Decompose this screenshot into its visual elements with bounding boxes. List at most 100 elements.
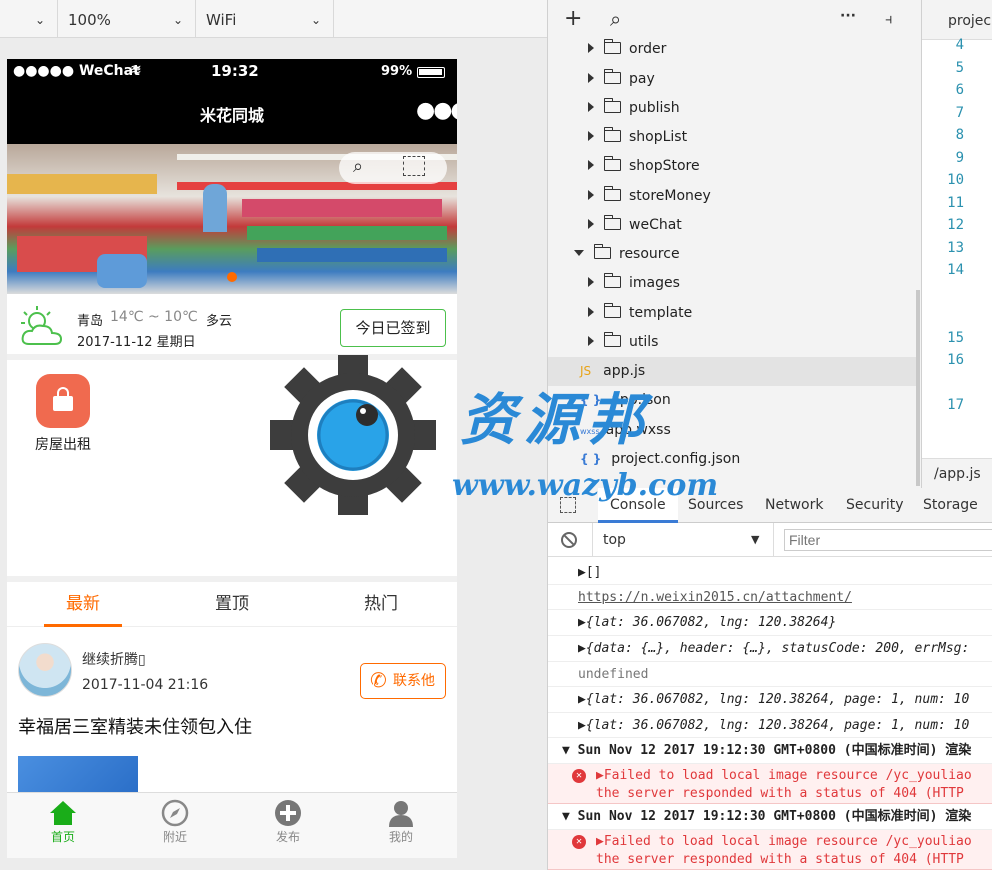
contact-button[interactable]: ✆ 联系他 bbox=[360, 663, 446, 699]
search-icon[interactable]: ⌕ bbox=[353, 156, 363, 177]
tree-item-shoplist[interactable]: shopList bbox=[588, 123, 918, 152]
console-line[interactable]: ▶{lat: 36.067082, lng: 120.38264, page: … bbox=[548, 687, 992, 713]
console-filter-bar: top ▼ bbox=[548, 523, 992, 557]
line-number: 15 bbox=[947, 330, 964, 346]
editor-tab[interactable]: projec bbox=[922, 0, 992, 40]
tree-item-template[interactable]: template bbox=[588, 299, 918, 328]
line-number: 11 bbox=[947, 195, 964, 211]
tree-item-images[interactable]: images bbox=[588, 269, 918, 298]
console-error[interactable]: ✕ ▶Failed to load local image resource /… bbox=[548, 830, 992, 870]
more-icon[interactable]: ··· bbox=[840, 8, 856, 24]
tree-item-publish[interactable]: publish bbox=[588, 94, 918, 123]
zoom-select[interactable]: 100% ⌄ bbox=[58, 0, 196, 38]
console-line[interactable]: ▶{data: {…}, header: {…}, statusCode: 20… bbox=[548, 636, 992, 662]
console-group-header[interactable]: ▼ Sun Nov 12 2017 19:12:30 GMT+0800 (中国标… bbox=[548, 738, 992, 764]
error-icon: ✕ bbox=[572, 835, 586, 849]
tree-item-storemoney[interactable]: storeMoney bbox=[588, 182, 918, 211]
tree-item-utils[interactable]: utils bbox=[588, 328, 918, 357]
line-number: 17 bbox=[947, 397, 964, 413]
devtab-security[interactable]: Security bbox=[846, 488, 904, 523]
tab-latest-label: 最新 bbox=[66, 594, 100, 614]
tree-item-project-config[interactable]: { } project.config.json bbox=[580, 445, 918, 474]
tree-item-label: storeMoney bbox=[629, 188, 711, 204]
console-group-label: Sun Nov 12 2017 19:12:30 GMT+0800 (中国标准时… bbox=[577, 809, 972, 824]
category-grid: 房屋出租 bbox=[7, 366, 457, 582]
file-tree-panel: + ⌕ ··· ⫞ order pay publish shopList sho… bbox=[547, 0, 921, 488]
tree-item-resource[interactable]: resource bbox=[574, 240, 918, 269]
weather-date: 2017-11-12 星期日 bbox=[77, 335, 196, 350]
avatar[interactable] bbox=[18, 643, 72, 697]
json-file-icon: { } bbox=[580, 393, 602, 407]
line-number: 13 bbox=[947, 240, 964, 256]
console-line[interactable]: ▶[] bbox=[548, 560, 992, 585]
console-group-header[interactable]: ▼ Sun Nov 12 2017 19:12:30 GMT+0800 (中国标… bbox=[548, 804, 992, 830]
line-number: 9 bbox=[955, 150, 964, 166]
tabbar-mine-label: 我的 bbox=[388, 830, 413, 844]
devtab-sources[interactable]: Sources bbox=[688, 488, 743, 523]
status-bar: ●●●●● WeChat ≋ 19:32 99% bbox=[7, 59, 457, 85]
search-icon[interactable]: ⌕ bbox=[610, 7, 621, 31]
devtab-console[interactable]: Console bbox=[598, 488, 678, 523]
user-icon bbox=[389, 801, 413, 827]
fullscreen-icon[interactable] bbox=[403, 156, 425, 176]
app-window: ⌄ 100% ⌄ WiFi ⌄ ●●●●● WeChat ≋ 19:32 99%… bbox=[0, 0, 992, 870]
tree-item-label: shopList bbox=[629, 129, 688, 145]
tabbar-nearby[interactable]: 附近 bbox=[119, 793, 231, 858]
file-tree-toolbar: + ⌕ ··· ⫞ bbox=[548, 0, 922, 40]
tree-item-app-json[interactable]: { } app.json bbox=[580, 386, 918, 415]
folder-icon bbox=[603, 98, 621, 113]
tab-latest[interactable]: 最新 bbox=[44, 582, 122, 627]
grid-item-label: 房屋出租 bbox=[35, 437, 91, 453]
lock-icon bbox=[36, 374, 90, 428]
error-icon: ✕ bbox=[572, 769, 586, 783]
console-line[interactable]: ▶{lat: 36.067082, lng: 120.38264, page: … bbox=[548, 713, 992, 738]
tree-item-app-wxss[interactable]: wxss app.wxss bbox=[580, 416, 918, 445]
post-title: 幸福居三室精装未住领包入住 bbox=[18, 717, 252, 738]
tree-item-pay[interactable]: pay bbox=[588, 65, 918, 94]
add-file-icon[interactable]: + bbox=[564, 6, 582, 31]
post-image[interactable] bbox=[18, 756, 138, 792]
tab-top[interactable]: 置顶 bbox=[193, 582, 271, 627]
carousel-dot[interactable] bbox=[227, 272, 237, 282]
filter-input[interactable] bbox=[784, 529, 992, 551]
post-author[interactable]: 继续折腾▯ bbox=[82, 649, 146, 669]
devtab-network[interactable]: Network bbox=[765, 488, 823, 523]
post-time: 2017-11-04 21:16 bbox=[82, 677, 209, 693]
tabbar-publish[interactable]: 发布 bbox=[232, 793, 344, 858]
tree-item-shopstore[interactable]: shopStore bbox=[588, 152, 918, 181]
network-select[interactable]: WiFi ⌄ bbox=[196, 0, 334, 38]
tree-item-label: app.wxss bbox=[605, 422, 671, 438]
tree-item-label: app.json bbox=[611, 392, 671, 408]
checkin-button[interactable]: 今日已签到 bbox=[340, 309, 446, 347]
device-select[interactable]: ⌄ bbox=[0, 0, 58, 38]
clear-console-icon[interactable] bbox=[561, 532, 577, 548]
tree-item-label: pay bbox=[629, 71, 655, 87]
line-number: 6 bbox=[955, 82, 964, 98]
code-editor: projec 4 5 6 7 8 9 10 11 12 13 14 15 16 … bbox=[921, 0, 992, 488]
banner-image[interactable]: ⌕ bbox=[7, 144, 457, 294]
folder-icon bbox=[603, 303, 621, 318]
inspect-element-icon[interactable] bbox=[560, 497, 576, 513]
console-error[interactable]: ✕ ▶Failed to load local image resource /… bbox=[548, 764, 992, 804]
post-card[interactable]: 继续折腾▯ 2017-11-04 21:16 ✆ 联系他 幸福居三室精装未住领包… bbox=[7, 627, 457, 792]
tree-item-order[interactable]: order bbox=[588, 35, 918, 64]
js-file-icon: JS bbox=[580, 364, 592, 378]
collapse-panel-icon[interactable]: ⫞ bbox=[885, 10, 893, 28]
devtab-storage[interactable]: Storage bbox=[923, 488, 978, 523]
grid-item-house-rent[interactable]: 房屋出租 bbox=[21, 374, 105, 464]
console-line[interactable]: ▶{lat: 36.067082, lng: 120.38264} bbox=[548, 610, 992, 636]
capsule-buttons: ⌕ bbox=[339, 152, 447, 184]
weather-temp: 14℃ ~ 10℃ bbox=[110, 309, 198, 325]
tabbar-nearby-label: 附近 bbox=[162, 830, 187, 844]
context-select[interactable]: top ▼ bbox=[592, 523, 774, 557]
tabbar-mine[interactable]: 我的 bbox=[345, 793, 457, 858]
console-link[interactable]: https://n.weixin2015.cn/attachment/ bbox=[548, 585, 992, 610]
tab-hot[interactable]: 热门 bbox=[342, 582, 420, 627]
tree-item-wechat[interactable]: weChat bbox=[588, 211, 918, 240]
more-icon[interactable]: ●●● bbox=[416, 98, 457, 123]
error-text-continued: the server responded with a status of 40… bbox=[596, 786, 964, 801]
file-tree-scrollbar[interactable] bbox=[916, 290, 920, 486]
tabbar-home-label: 首页 bbox=[50, 830, 75, 844]
tabbar-home[interactable]: 首页 bbox=[7, 793, 119, 858]
tree-item-app-js[interactable]: JS app.js bbox=[548, 357, 918, 386]
